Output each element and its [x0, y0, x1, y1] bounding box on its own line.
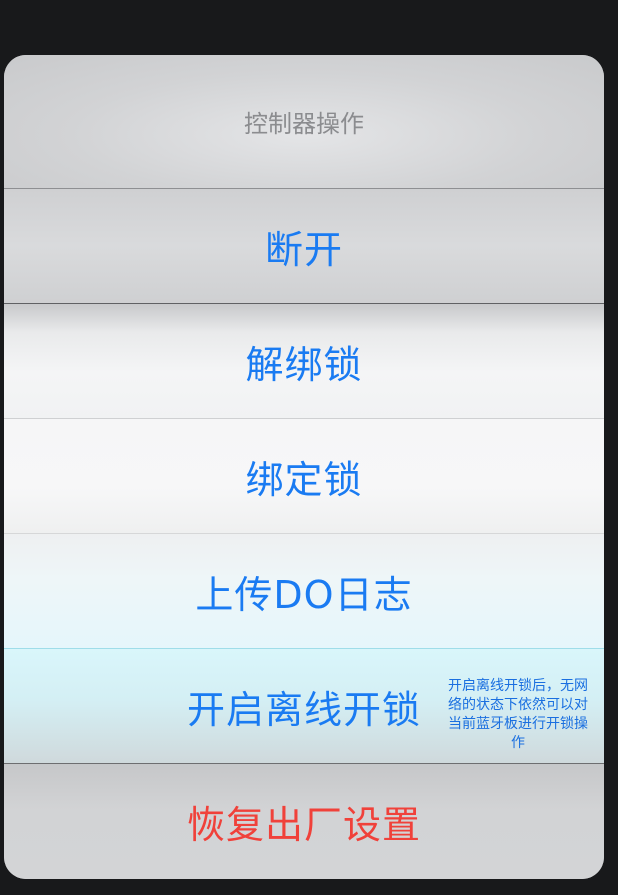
unbind-lock-label: 解绑锁: [245, 342, 363, 387]
bind-lock-button[interactable]: 绑定锁: [4, 419, 604, 534]
disconnect-button[interactable]: 断开: [4, 189, 604, 304]
disconnect-label: 断开: [264, 227, 343, 272]
unbind-lock-button[interactable]: 解绑锁: [4, 304, 604, 419]
factory-reset-label: 恢复出厂设置: [186, 803, 421, 847]
bind-lock-label: 绑定锁: [245, 457, 363, 502]
enable-offline-unlock-label: 开启离线开锁: [186, 687, 421, 732]
factory-reset-button[interactable]: 恢复出厂设置: [4, 764, 604, 879]
action-sheet-title: 控制器操作: [244, 110, 364, 138]
action-sheet: 控制器操作 断开 解绑锁 绑定锁 上传DO日志 开启离线开锁 开启离线开锁后，无…: [4, 55, 604, 879]
action-sheet-header: 控制器操作: [4, 55, 604, 189]
upload-do-log-button[interactable]: 上传DO日志: [4, 534, 604, 649]
upload-do-log-label: 上传DO日志: [195, 572, 413, 617]
offline-unlock-hint: 开启离线开锁后，无网络的状态下依然可以对当前蓝牙板进行开锁操作: [448, 678, 588, 751]
enable-offline-unlock-button[interactable]: 开启离线开锁 开启离线开锁后，无网络的状态下依然可以对当前蓝牙板进行开锁操作: [4, 649, 604, 764]
